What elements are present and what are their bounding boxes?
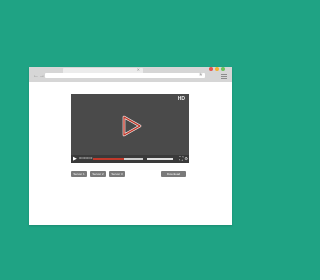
player-controls: ▶ 00:00/00:00 ⛶ ⚙ bbox=[71, 155, 189, 163]
star-icon[interactable]: ★ bbox=[199, 71, 203, 79]
address-bar[interactable]: ★ bbox=[45, 71, 205, 79]
play-icon[interactable] bbox=[119, 114, 143, 138]
browser-toolbar: ✕ ← → ★ bbox=[29, 67, 232, 82]
volume-slider[interactable] bbox=[147, 158, 173, 160]
control-play-icon[interactable]: ▶ bbox=[73, 156, 77, 162]
server-2-button[interactable]: Server 2 bbox=[90, 171, 106, 177]
menu-icon[interactable] bbox=[221, 74, 227, 79]
close-window-button[interactable] bbox=[209, 67, 213, 71]
video-player[interactable]: HD ▶ 00:00/00:00 ⛶ ⚙ bbox=[71, 94, 189, 163]
fullscreen-icon[interactable]: ⛶ bbox=[179, 156, 183, 162]
server-1-button[interactable]: Server 1 bbox=[71, 171, 87, 177]
download-button[interactable]: Download bbox=[161, 171, 186, 177]
time-display: 00:00/00:00 bbox=[79, 157, 93, 160]
minimize-window-button[interactable] bbox=[215, 67, 219, 71]
settings-icon[interactable]: ⚙ bbox=[184, 156, 188, 162]
browser-window: ✕ ← → ★ HD ▶ 00:00/00:00 ⛶ ⚙ Server 1 Se… bbox=[29, 67, 232, 225]
maximize-window-button[interactable] bbox=[221, 67, 225, 71]
progress-bar[interactable] bbox=[93, 158, 143, 160]
hd-badge[interactable]: HD bbox=[178, 96, 185, 102]
server-3-button[interactable]: Server 3 bbox=[109, 171, 125, 177]
progress-fill bbox=[93, 158, 124, 160]
